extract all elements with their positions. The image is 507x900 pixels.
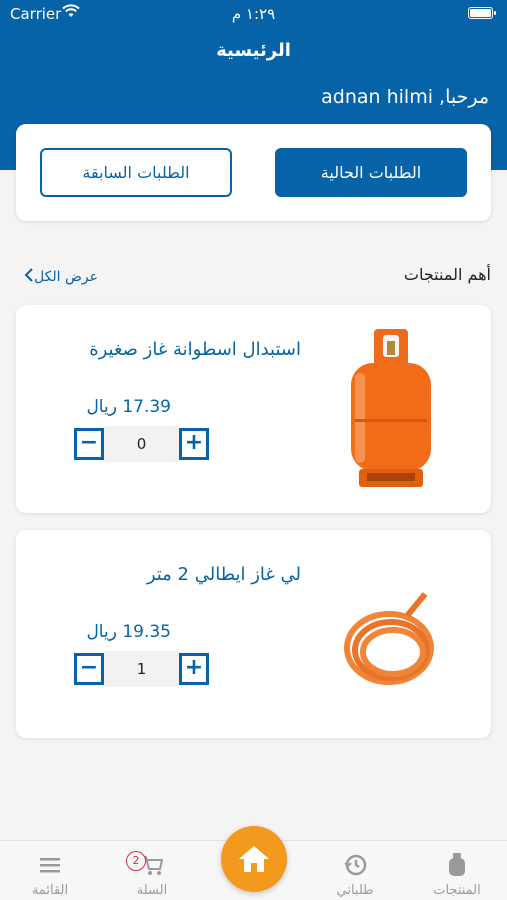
chevron-left-icon (24, 267, 34, 287)
product-price: 17.39 ريال (86, 397, 171, 417)
gas-cylinder-icon (449, 853, 465, 876)
product-name: استبدال اسطوانة غاز صغيرة (89, 339, 301, 360)
battery-icon (468, 7, 496, 19)
product-card[interactable]: استبدال اسطوانة غاز صغيرة 17.39 ريال − 0… (16, 305, 491, 513)
view-all-link[interactable]: عرض الكل (20, 267, 98, 287)
quantity-stepper: − 0 + (74, 426, 209, 462)
view-all-label: عرض الكل (34, 269, 98, 285)
tab-cart[interactable]: 2 السلة (112, 851, 192, 898)
greeting-text: مرحبا, adnan hilmi (321, 86, 489, 108)
gas-hose-image (341, 548, 441, 718)
gas-cylinder-image (341, 323, 441, 493)
orders-card: الطلبات الحالية الطلبات السابقة (16, 124, 491, 221)
tab-label: طلباتي (336, 883, 374, 898)
section-title: أهم المنتجات (403, 265, 491, 284)
page-title: الرئيسية (216, 40, 291, 61)
status-bar: Carrier ١:٢٩ م (0, 0, 507, 30)
clock: ١:٢٩ م (231, 5, 276, 23)
previous-orders-button[interactable]: الطلبات السابقة (40, 148, 232, 197)
product-name: لي غاز ايطالي 2 متر (146, 564, 301, 585)
quantity-value[interactable]: 0 (104, 426, 179, 462)
product-card[interactable]: لي غاز ايطالي 2 متر 19.35 ريال − 1 + (16, 530, 491, 738)
tab-label: المنتجات (433, 883, 481, 898)
home-icon (239, 846, 269, 872)
tab-label: القائمة (31, 883, 69, 898)
quantity-stepper: − 1 + (74, 651, 209, 687)
current-orders-button[interactable]: الطلبات الحالية (275, 148, 467, 197)
top-products-header: أهم المنتجات عرض الكل (16, 262, 491, 290)
menu-icon (40, 858, 60, 873)
quantity-value[interactable]: 1 (104, 651, 179, 687)
history-icon (344, 854, 367, 876)
decrease-button[interactable]: − (74, 653, 104, 685)
cart-count-badge: 2 (126, 851, 146, 871)
tab-label: السلة (136, 883, 168, 898)
increase-button[interactable]: + (179, 653, 209, 685)
tab-my-orders[interactable]: طلباتي (315, 853, 395, 898)
tab-menu[interactable]: القائمة (10, 853, 90, 898)
tab-products[interactable]: المنتجات (417, 853, 497, 898)
home-button[interactable] (221, 826, 287, 892)
product-price: 19.35 ريال (86, 622, 171, 642)
increase-button[interactable]: + (179, 428, 209, 460)
decrease-button[interactable]: − (74, 428, 104, 460)
